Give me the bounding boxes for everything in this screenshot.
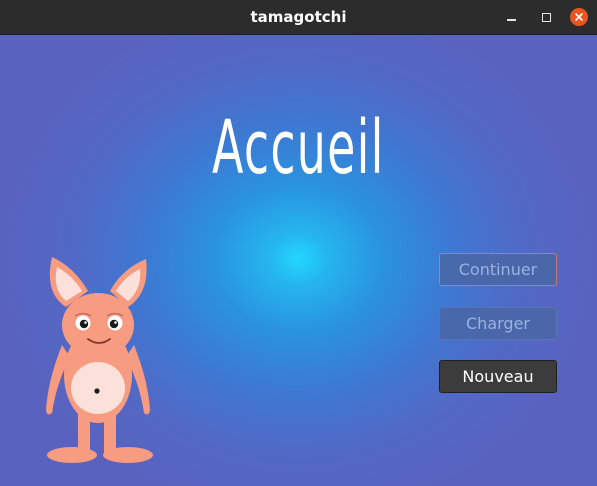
minimize-button[interactable]: [500, 6, 522, 28]
minimize-icon: [506, 19, 516, 21]
maximize-icon: [541, 12, 551, 22]
page-title: Accueil: [212, 105, 385, 191]
load-button[interactable]: Charger: [439, 307, 557, 340]
close-button[interactable]: [568, 6, 590, 28]
maximize-button[interactable]: [535, 6, 557, 28]
continue-button[interactable]: Continuer: [439, 253, 557, 286]
new-game-button[interactable]: Nouveau: [439, 360, 557, 393]
app-window: tamagotchi Accueil Continuer Charger Nou…: [0, 0, 597, 486]
mascot-illustration: [30, 245, 170, 475]
title-bar[interactable]: tamagotchi: [0, 0, 597, 35]
close-icon: [570, 8, 588, 26]
home-screen: Accueil Continuer Charger Nouveau: [0, 35, 597, 486]
